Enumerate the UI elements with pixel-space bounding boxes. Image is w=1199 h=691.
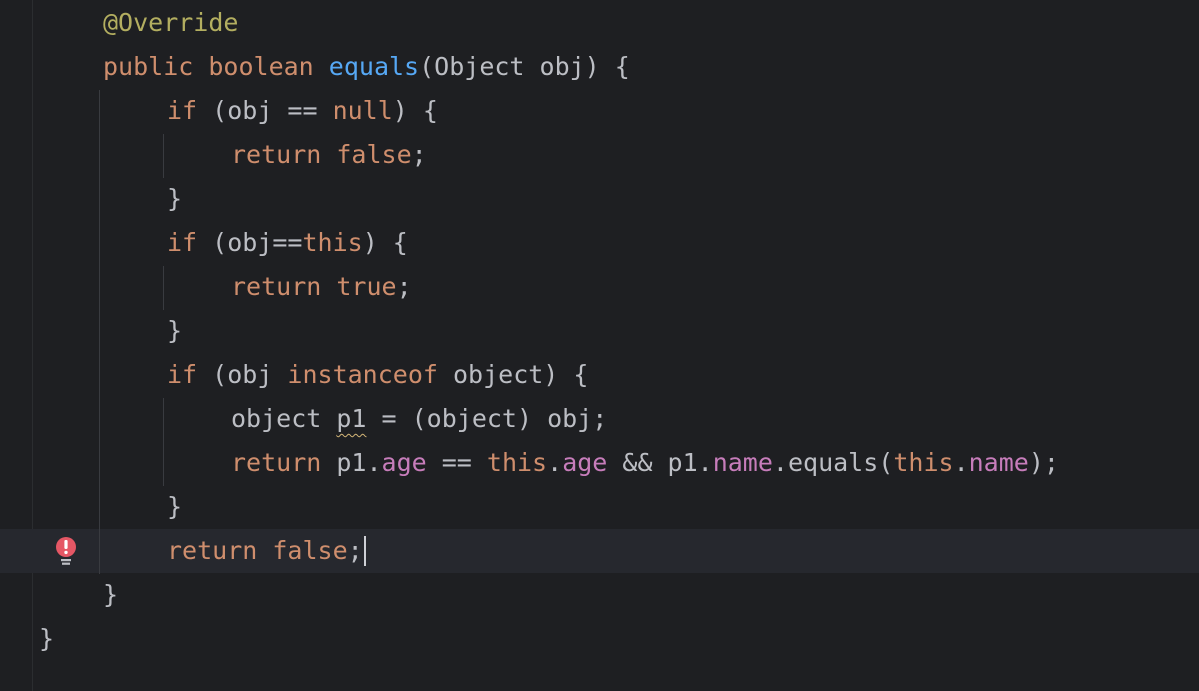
code-token: this	[302, 228, 363, 257]
code-token: ;	[347, 536, 363, 565]
code-editor[interactable]: @Override public boolean equals(Object ob…	[0, 0, 1199, 691]
code-token: @Override	[103, 8, 239, 37]
code-token: ;	[396, 272, 412, 301]
code-token: p1.	[321, 448, 382, 477]
code-token: age	[562, 448, 608, 477]
text-caret	[364, 536, 366, 566]
indent-guide-if-instanceof	[163, 398, 164, 486]
code-line[interactable]: @Override	[103, 1, 238, 45]
indent-guide-if-null	[163, 134, 164, 178]
indent-guide-method	[99, 90, 100, 574]
code-line[interactable]: return false;	[167, 529, 363, 573]
code-token: .	[953, 448, 969, 477]
code-token: instanceof	[287, 360, 438, 389]
code-token: return	[167, 536, 258, 565]
code-token: null	[332, 96, 393, 125]
code-line[interactable]: }	[167, 485, 182, 529]
code-token: (obj ==	[197, 96, 333, 125]
code-token: && p1.	[607, 448, 713, 477]
code-token: true	[336, 272, 397, 301]
code-token: object	[231, 404, 337, 433]
code-token: (Object obj) {	[419, 52, 630, 81]
code-token: if	[167, 228, 198, 257]
code-line[interactable]: return p1.age == this.age && p1.name.equ…	[231, 441, 1059, 485]
code-line[interactable]: if (obj==this) {	[167, 221, 408, 265]
code-token: boolean	[208, 52, 314, 81]
code-line[interactable]: object p1 = (object) obj;	[231, 397, 607, 441]
code-token: .equals(	[772, 448, 894, 477]
code-token: }	[167, 316, 183, 345]
code-token: return	[231, 140, 322, 169]
code-token: public	[103, 52, 194, 81]
code-token: object) {	[437, 360, 589, 389]
code-token: (obj==	[197, 228, 303, 257]
code-line[interactable]: return true;	[231, 265, 412, 309]
code-token: if	[167, 360, 198, 389]
code-token: }	[167, 184, 183, 213]
code-token: age	[381, 448, 427, 477]
code-line[interactable]: return false;	[231, 133, 427, 177]
error-lightbulb-icon[interactable]	[52, 535, 80, 567]
code-token: ) {	[362, 228, 408, 257]
code-line[interactable]: if (obj instanceof object) {	[167, 353, 588, 397]
code-token: false	[272, 536, 348, 565]
warning-token: p1	[336, 404, 367, 433]
gutter-separator	[32, 0, 33, 691]
code-token: = (object) obj;	[366, 404, 608, 433]
code-token: }	[167, 492, 183, 521]
code-token: .	[547, 448, 563, 477]
code-token: equals	[328, 52, 420, 81]
code-token: (obj	[197, 360, 288, 389]
code-token: name	[968, 448, 1029, 477]
code-token: if	[167, 96, 198, 125]
indent-guide-if-this	[163, 266, 164, 310]
code-line[interactable]: }	[167, 177, 182, 221]
code-token: );	[1028, 448, 1059, 477]
code-line[interactable]: public boolean equals(Object obj) {	[103, 45, 630, 89]
code-token: ) {	[392, 96, 438, 125]
code-token: return	[231, 448, 322, 477]
code-line[interactable]: }	[39, 617, 54, 661]
code-line[interactable]: if (obj == null) {	[167, 89, 438, 133]
code-token: name	[712, 448, 773, 477]
code-token: }	[39, 624, 55, 653]
code-token: ==	[426, 448, 487, 477]
code-token: }	[103, 580, 119, 609]
code-token: this	[486, 448, 548, 477]
code-token: this	[893, 448, 954, 477]
code-token: ;	[411, 140, 427, 169]
code-token: return	[231, 272, 322, 301]
code-line[interactable]: }	[167, 309, 182, 353]
code-token: false	[336, 140, 412, 169]
code-line[interactable]: }	[103, 573, 118, 617]
